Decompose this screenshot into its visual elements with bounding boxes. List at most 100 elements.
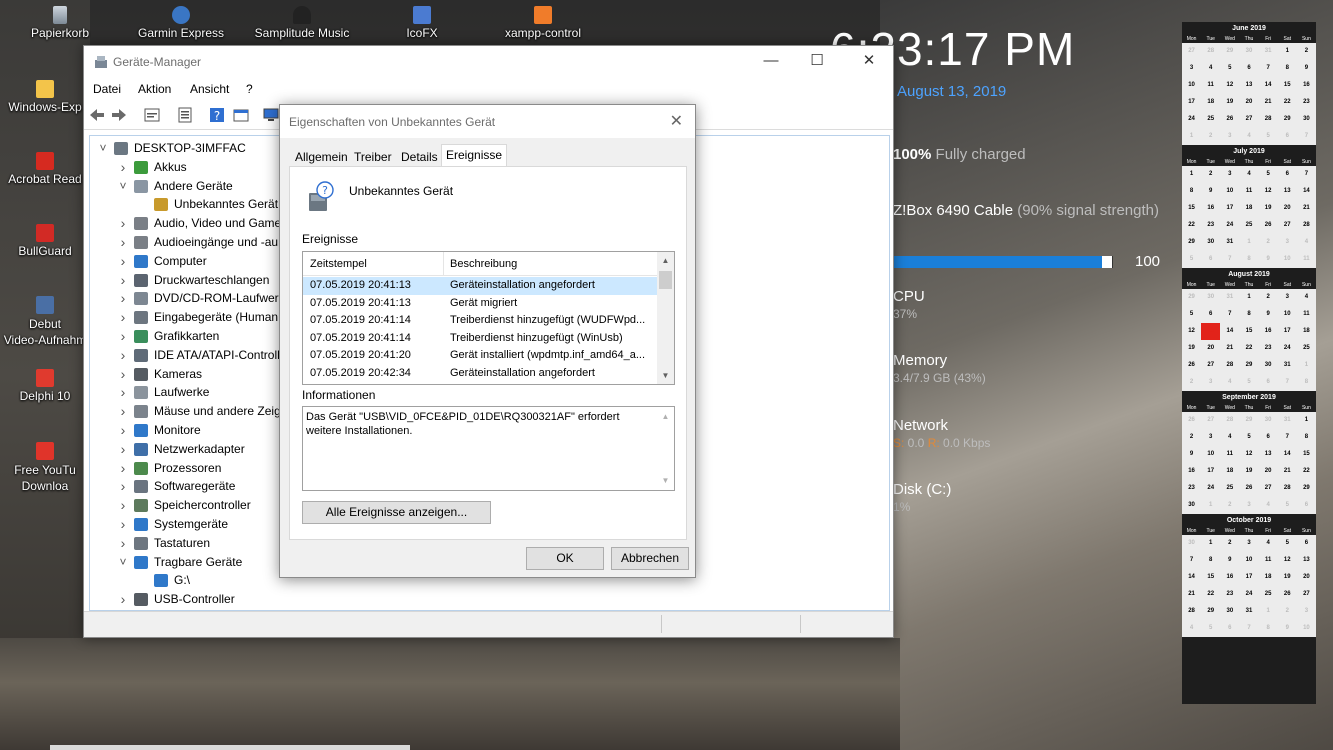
calendar-day[interactable]: 1 <box>1259 603 1278 620</box>
calendar-day[interactable]: 25 <box>1297 340 1316 357</box>
calendar-day[interactable]: 5 <box>1220 60 1239 77</box>
calendar-day[interactable]: 30 <box>1201 234 1220 251</box>
calendar-day[interactable]: 11 <box>1259 552 1278 569</box>
calendar-day[interactable]: 5 <box>1239 429 1258 446</box>
calendar-day[interactable]: 8 <box>1297 429 1316 446</box>
calendar-day[interactable]: 7 <box>1278 374 1297 391</box>
calendar-day[interactable]: 6 <box>1201 251 1220 268</box>
calendar-day[interactable]: 19 <box>1259 200 1278 217</box>
calendar-day[interactable]: 22 <box>1239 340 1258 357</box>
calendar-day[interactable]: 8 <box>1297 374 1316 391</box>
calendar-day[interactable]: 12 <box>1220 77 1239 94</box>
calendar-day[interactable]: 1 <box>1239 234 1258 251</box>
title-bar[interactable]: Geräte-Manager — ☐ ✕ <box>84 46 893 78</box>
calendar-day[interactable]: 13 <box>1297 552 1316 569</box>
calendar-day[interactable]: 17 <box>1220 200 1239 217</box>
expand-chevron-icon[interactable]: › <box>118 402 128 421</box>
desktop-icon-xampp[interactable]: xampp-control <box>488 6 598 40</box>
scroll-up-icon[interactable]: ▲ <box>657 256 674 265</box>
calendar-day[interactable]: 31 <box>1239 603 1258 620</box>
calendar-day[interactable]: 22 <box>1297 463 1316 480</box>
calendar-day[interactable]: 2 <box>1220 497 1239 514</box>
calendar-day[interactable]: 9 <box>1201 183 1220 200</box>
info-scroll-down-icon[interactable]: ▼ <box>660 476 671 485</box>
calendar-day[interactable]: 28 <box>1259 111 1278 128</box>
calendar-day[interactable]: 7 <box>1239 620 1258 637</box>
calendar-day[interactable]: 28 <box>1182 603 1201 620</box>
calendar-day[interactable]: 22 <box>1201 586 1220 603</box>
calendar-day[interactable]: 1 <box>1278 43 1297 60</box>
calendar-day[interactable]: 23 <box>1297 94 1316 111</box>
calendar-day[interactable]: 12 <box>1278 552 1297 569</box>
calendar-day[interactable]: 9 <box>1297 60 1316 77</box>
calendar-day[interactable]: 4 <box>1220 374 1239 391</box>
calendar-day[interactable]: 21 <box>1297 200 1316 217</box>
close-button[interactable]: ✕ <box>846 46 892 78</box>
column-separator[interactable] <box>443 252 444 276</box>
calendar-day[interactable]: 19 <box>1182 340 1201 357</box>
tab-details[interactable]: Details <box>397 148 442 167</box>
calendar-day[interactable]: 12 <box>1259 183 1278 200</box>
calendar-day[interactable]: 29 <box>1239 357 1258 374</box>
calendar-day[interactable]: 17 <box>1201 463 1220 480</box>
calendar-day[interactable]: 2 <box>1201 166 1220 183</box>
calendar-day[interactable]: 8 <box>1239 251 1258 268</box>
calendar-day[interactable]: 28 <box>1297 217 1316 234</box>
volume-slider[interactable] <box>893 256 1113 268</box>
calendar-day[interactable]: 26 <box>1278 586 1297 603</box>
expand-chevron-icon[interactable]: › <box>118 327 128 346</box>
calendar-day[interactable]: 6 <box>1297 497 1316 514</box>
event-row[interactable]: 07.05.2019 20:42:34 Geräteinstallation an… <box>303 365 657 383</box>
event-row[interactable]: 07.05.2019 20:41:14 Treiberdienst hinzuge… <box>303 330 657 348</box>
calendar-day[interactable]: 30 <box>1182 497 1201 514</box>
calendar-day[interactable]: 6 <box>1278 166 1297 183</box>
calendar-day[interactable]: 4 <box>1297 289 1316 306</box>
calendar-day[interactable]: 21 <box>1278 463 1297 480</box>
calendar-day[interactable]: 3 <box>1278 289 1297 306</box>
calendar-day[interactable]: 26 <box>1259 217 1278 234</box>
calendar-day[interactable]: 27 <box>1259 480 1278 497</box>
calendar-day[interactable]: 9 <box>1182 446 1201 463</box>
expand-chevron-icon[interactable]: › <box>118 289 128 308</box>
info-scroll-up-icon[interactable]: ▲ <box>660 412 671 421</box>
calendar-day[interactable]: 14 <box>1182 569 1201 586</box>
calendar-day[interactable]: 2 <box>1259 289 1278 306</box>
calendar-day[interactable]: 18 <box>1220 463 1239 480</box>
scroll-down-icon[interactable]: ▼ <box>657 371 674 380</box>
calendar-day[interactable]: 14 <box>1220 323 1239 340</box>
events-list[interactable]: Zeitstempel Beschreibung 07.05.2019 20:4… <box>302 251 675 385</box>
calendar-day[interactable]: 16 <box>1259 323 1278 340</box>
calendar-day[interactable]: 13 <box>1259 446 1278 463</box>
calendar-day[interactable]: 31 <box>1220 289 1239 306</box>
expand-chevron-icon[interactable]: › <box>118 158 128 177</box>
calendar-day[interactable]: 18 <box>1297 323 1316 340</box>
calendar-day[interactable]: 18 <box>1239 200 1258 217</box>
calendar-day[interactable]: 20 <box>1278 200 1297 217</box>
calendar-day[interactable]: 15 <box>1201 569 1220 586</box>
calendar-day[interactable]: 30 <box>1259 412 1278 429</box>
expand-chevron-icon[interactable]: › <box>118 459 128 478</box>
calendar-day[interactable]: 20 <box>1201 340 1220 357</box>
desktop-icon-youtube-downloader[interactable]: Free YouTu Downloa <box>0 442 90 494</box>
desktop-icon-icofx[interactable]: IcoFX <box>367 6 477 40</box>
calendar-day[interactable]: 1 <box>1239 289 1258 306</box>
volume-knob[interactable] <box>1102 256 1112 268</box>
calendar-day[interactable]: 11 <box>1297 251 1316 268</box>
calendar-day[interactable]: 29 <box>1278 111 1297 128</box>
calendar-day[interactable]: 10 <box>1278 306 1297 323</box>
expand-chevron-icon[interactable]: › <box>118 214 128 233</box>
expand-chevron-icon[interactable]: › <box>118 515 128 534</box>
calendar-day[interactable]: 26 <box>1239 480 1258 497</box>
calendar-day[interactable]: 3 <box>1220 166 1239 183</box>
calendar-day[interactable]: 30 <box>1220 603 1239 620</box>
calendar-day[interactable]: 3 <box>1239 535 1258 552</box>
calendar-day[interactable]: 6 <box>1239 60 1258 77</box>
calendar-day[interactable]: 16 <box>1297 77 1316 94</box>
calendar-day[interactable]: 5 <box>1259 128 1278 145</box>
calendar-day[interactable]: 15 <box>1278 77 1297 94</box>
event-row[interactable]: 07.05.2019 20:41:14 Treiberdienst hinzuge… <box>303 312 657 330</box>
calendar-day[interactable]: 4 <box>1259 535 1278 552</box>
tab-treiber[interactable]: Treiber <box>350 148 396 167</box>
expand-chevron-icon[interactable]: › <box>118 383 128 402</box>
calendar-day[interactable]: 7 <box>1278 429 1297 446</box>
